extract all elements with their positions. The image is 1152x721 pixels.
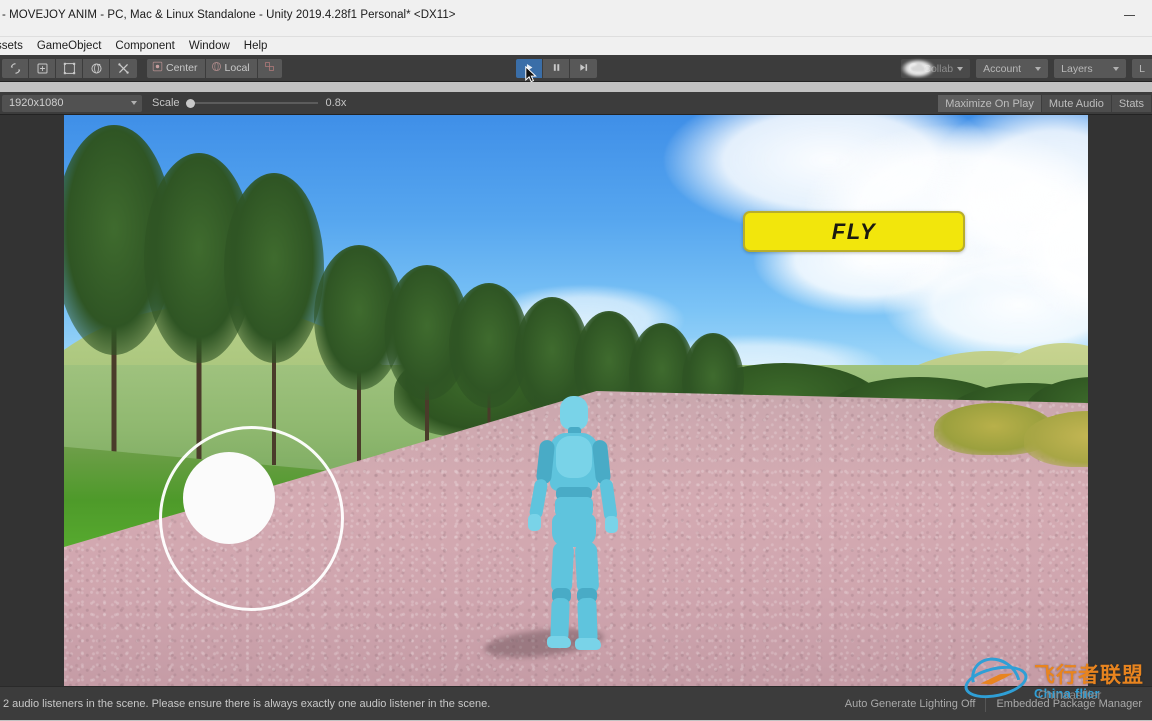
- layout-button[interactable]: L: [1132, 59, 1152, 78]
- move-tool-button[interactable]: [29, 58, 56, 78]
- toolbar-right-group: Collab Account Layers L: [901, 59, 1152, 78]
- scale-slider-track: [185, 102, 318, 104]
- status-extra-cell: Embedded Package Manager: [996, 698, 1142, 710]
- rect-tool-button[interactable]: [110, 58, 137, 78]
- layout-label: L: [1139, 62, 1145, 75]
- chevron-down-icon: [1113, 66, 1120, 71]
- handle-rotation-label: Local: [224, 62, 250, 74]
- menu-bar: ssets GameObject Component Window Help: [0, 37, 1152, 55]
- pivot-handle-group: Center Local: [147, 58, 282, 78]
- step-icon: [578, 60, 589, 78]
- stats-button[interactable]: Stats: [1111, 95, 1152, 112]
- game-view[interactable]: FLY: [0, 115, 1152, 686]
- scale-label: Scale: [152, 97, 180, 109]
- mute-audio-button[interactable]: Mute Audio: [1041, 95, 1112, 112]
- handle-rotation-button[interactable]: Local: [205, 58, 258, 78]
- pause-icon: [551, 60, 562, 78]
- chevron-down-icon: [1035, 66, 1042, 71]
- joystick-knob[interactable]: [183, 452, 275, 544]
- layers-label: Layers: [1061, 62, 1093, 75]
- virtual-joystick[interactable]: [159, 426, 344, 611]
- minimize-button[interactable]: [1106, 0, 1152, 30]
- scale-control: Scale 0.8x: [152, 97, 346, 109]
- scale-slider-knob[interactable]: [185, 98, 195, 108]
- step-button[interactable]: [570, 59, 597, 78]
- rotate-icon: [63, 62, 76, 75]
- pivot-mode-button[interactable]: Center: [147, 58, 206, 78]
- auto-generate-lighting-status: Auto Generate Lighting Off: [844, 698, 976, 710]
- window-title: - MOVEJOY ANIM - PC, Mac & Linux Standal…: [2, 9, 456, 21]
- main-toolbar: Center Local Collab Account Layers L: [0, 55, 1152, 82]
- pause-button[interactable]: [543, 59, 570, 78]
- fly-button-label: FLY: [831, 218, 877, 244]
- move-icon: [36, 62, 49, 75]
- tree: [224, 173, 324, 465]
- scale-slider[interactable]: [185, 97, 318, 109]
- status-right-group: Auto Generate Lighting Off Embedded Pack…: [835, 687, 1152, 721]
- scale-tool-button[interactable]: [83, 58, 110, 78]
- fly-button[interactable]: FLY: [743, 211, 965, 252]
- game-view-toolbar: 1920x1080 Scale 0.8x Maximize On Play Mu…: [0, 92, 1152, 115]
- menu-item-gameobject[interactable]: GameObject: [30, 37, 109, 55]
- transform-tools-group: [2, 58, 137, 78]
- status-bar: 2 audio listeners in the scene. Please e…: [0, 686, 1152, 720]
- window-controls: [1106, 0, 1152, 37]
- hand-icon: [9, 62, 22, 75]
- scale-value: 0.8x: [325, 97, 347, 109]
- pivot-mode-label: Center: [166, 62, 198, 74]
- resolution-dropdown[interactable]: 1920x1080: [2, 94, 142, 112]
- rotate-tool-button[interactable]: [56, 58, 83, 78]
- menu-item-component[interactable]: Component: [108, 37, 181, 55]
- grid-snap-button[interactable]: [257, 58, 282, 78]
- chevron-down-icon: [131, 101, 137, 105]
- player-character: [512, 396, 632, 650]
- scale-icon: [90, 62, 103, 75]
- account-button[interactable]: Account: [976, 59, 1049, 78]
- game-toolbar-right: Maximize On Play Mute Audio Stats: [938, 95, 1152, 112]
- mouse-cursor: [525, 65, 537, 89]
- center-icon: [152, 61, 163, 75]
- rect-icon: [117, 62, 130, 75]
- layers-button[interactable]: Layers: [1054, 59, 1127, 78]
- menu-item-window[interactable]: Window: [182, 37, 237, 55]
- menu-item-help[interactable]: Help: [237, 37, 275, 55]
- cloud-icon: [910, 62, 926, 76]
- resolution-value: 1920x1080: [9, 97, 64, 109]
- account-label: Account: [983, 62, 1022, 75]
- local-icon: [211, 61, 222, 75]
- status-message[interactable]: 2 audio listeners in the scene. Please e…: [3, 698, 490, 710]
- chevron-down-icon: [957, 66, 964, 71]
- game-render-canvas[interactable]: FLY: [64, 115, 1088, 686]
- title-bar: - MOVEJOY ANIM - PC, Mac & Linux Standal…: [0, 0, 1152, 37]
- grid-snap-icon: [264, 59, 275, 77]
- hand-tool-button[interactable]: [2, 58, 29, 78]
- menu-item-assets[interactable]: ssets: [0, 37, 30, 55]
- maximize-on-play-button[interactable]: Maximize On Play: [938, 95, 1042, 112]
